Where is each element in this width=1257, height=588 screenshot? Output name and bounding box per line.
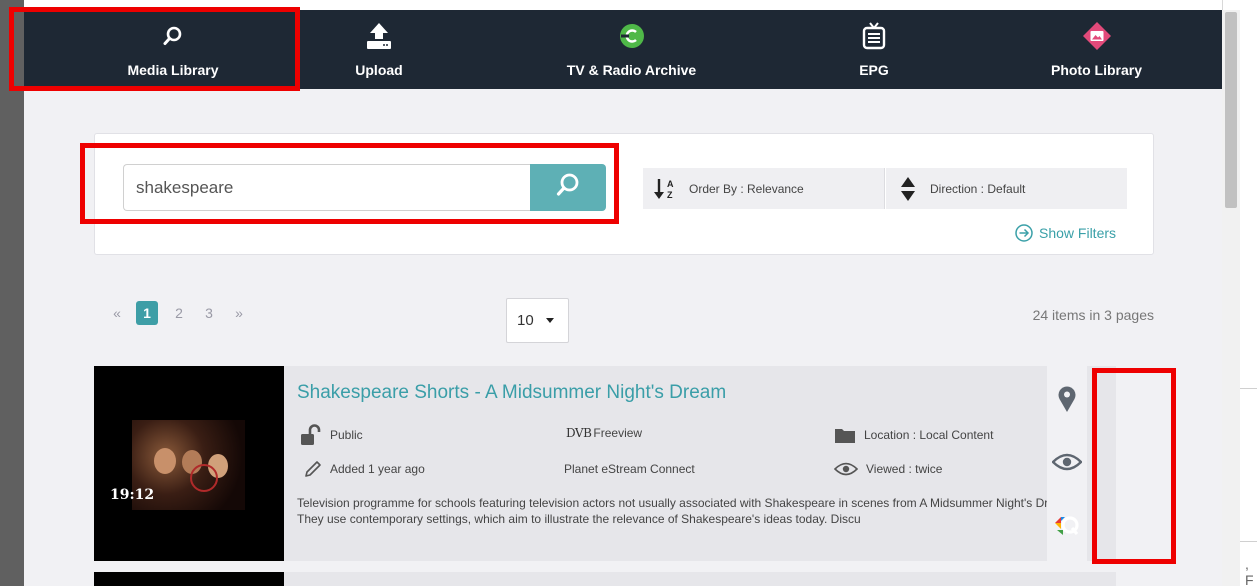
scrollbar-thumb[interactable] xyxy=(1225,12,1237,208)
result-title[interactable]: Shakespeare Shorts - A Midsummer Night's… xyxy=(297,382,726,404)
search-icon xyxy=(158,22,188,50)
page-3[interactable]: 3 xyxy=(194,301,224,325)
edge-divider xyxy=(1240,388,1257,389)
visibility-meta: Public xyxy=(300,424,363,446)
svg-text:A: A xyxy=(667,179,674,189)
channel-label: Freeview xyxy=(593,426,643,440)
page-2[interactable]: 2 xyxy=(164,301,194,325)
eye-icon xyxy=(1052,453,1082,471)
top-nav: Media Library Upload TV & Radio Archive … xyxy=(24,10,1222,89)
nav-media-library[interactable]: Media Library xyxy=(48,10,298,89)
upload-icon xyxy=(364,22,394,50)
duration: 19:12 xyxy=(110,487,155,503)
page-prev[interactable]: « xyxy=(102,301,132,325)
app-window: Media Library Upload TV & Radio Archive … xyxy=(24,10,1222,586)
tv-guide-icon xyxy=(859,22,889,50)
items-count: 24 items in 3 pages xyxy=(1032,307,1154,323)
views-meta: Viewed : twice xyxy=(834,462,942,476)
source-label: Planet eStream Connect xyxy=(564,462,695,476)
nav-label: Photo Library xyxy=(1050,62,1142,78)
nav-tv-radio-archive[interactable]: TV & Radio Archive xyxy=(544,10,719,89)
result-description: Television programme for schools featuri… xyxy=(297,496,1075,526)
backdrop-left xyxy=(0,0,24,586)
nav-label: Media Library xyxy=(127,62,219,78)
direction-select[interactable]: Direction : Default xyxy=(886,168,1127,209)
source-meta: Planet eStream Connect xyxy=(564,462,695,476)
map-pin-icon xyxy=(1057,385,1077,413)
channel-meta: DVB Freeview xyxy=(566,426,642,440)
pencil-icon xyxy=(304,460,322,478)
direction-label: Direction : Default xyxy=(930,181,1026,196)
items-per-page-select[interactable]: 10 xyxy=(506,298,569,343)
page-1[interactable]: 1 xyxy=(136,301,158,325)
order-by-label: Order By : Relevance xyxy=(689,181,804,196)
edge-divider xyxy=(1240,541,1257,542)
photo-icon xyxy=(1082,22,1112,50)
location-pin-button[interactable] xyxy=(1047,381,1087,417)
result-card: 19:12 Shakespeare Shorts - A Midsummer N… xyxy=(94,366,1116,561)
dvb-logo: DVB xyxy=(566,426,592,440)
nav-label: EPG xyxy=(859,62,889,78)
show-filters-link[interactable]: Show Filters xyxy=(1015,224,1116,242)
views-label: Viewed : twice xyxy=(866,462,943,476)
nav-label: Upload xyxy=(355,62,403,78)
archive-logo-icon xyxy=(617,22,647,50)
added-meta: Added 1 year ago xyxy=(304,460,425,478)
location-meta: Location : Local Content xyxy=(834,426,993,444)
location-label: Location : Local Content xyxy=(864,428,994,442)
show-filters-label: Show Filters xyxy=(1039,225,1117,241)
unlock-icon xyxy=(300,424,322,446)
added-label: Added 1 year ago xyxy=(330,462,425,476)
order-by-select[interactable]: AZ Order By : Relevance xyxy=(643,168,885,209)
search-button[interactable] xyxy=(530,164,606,211)
page-next[interactable]: » xyxy=(224,301,254,325)
nav-upload[interactable]: Upload xyxy=(314,10,444,89)
quiz-button[interactable] xyxy=(1047,507,1087,543)
arrow-circle-right-icon xyxy=(1015,224,1033,242)
folder-icon xyxy=(834,426,856,444)
video-thumbnail[interactable]: 19:12 xyxy=(94,366,284,561)
nav-label: TV & Radio Archive xyxy=(566,62,697,78)
search-panel: AZ Order By : Relevance Direction : Defa… xyxy=(94,133,1154,255)
nav-epg[interactable]: EPG xyxy=(824,10,924,89)
search-input[interactable] xyxy=(123,164,531,211)
search-icon xyxy=(555,172,581,203)
quiz-logo-icon xyxy=(1053,511,1081,539)
sort-direction-icon xyxy=(900,176,916,202)
sort-az-icon: AZ xyxy=(653,177,679,201)
preview-button[interactable] xyxy=(1047,444,1087,480)
video-thumbnail-next[interactable] xyxy=(94,572,284,586)
svg-text:Z: Z xyxy=(667,190,673,200)
eye-icon xyxy=(834,462,858,476)
card-actions xyxy=(1047,366,1087,561)
nav-photo-library[interactable]: Photo Library xyxy=(1024,10,1169,89)
visibility-label: Public xyxy=(330,428,363,442)
pagination: « 1 2 3 » xyxy=(102,301,254,325)
per-page-value: 10 xyxy=(517,312,534,329)
edge-text: , F xyxy=(1245,556,1254,588)
caret-down-icon xyxy=(546,318,554,323)
